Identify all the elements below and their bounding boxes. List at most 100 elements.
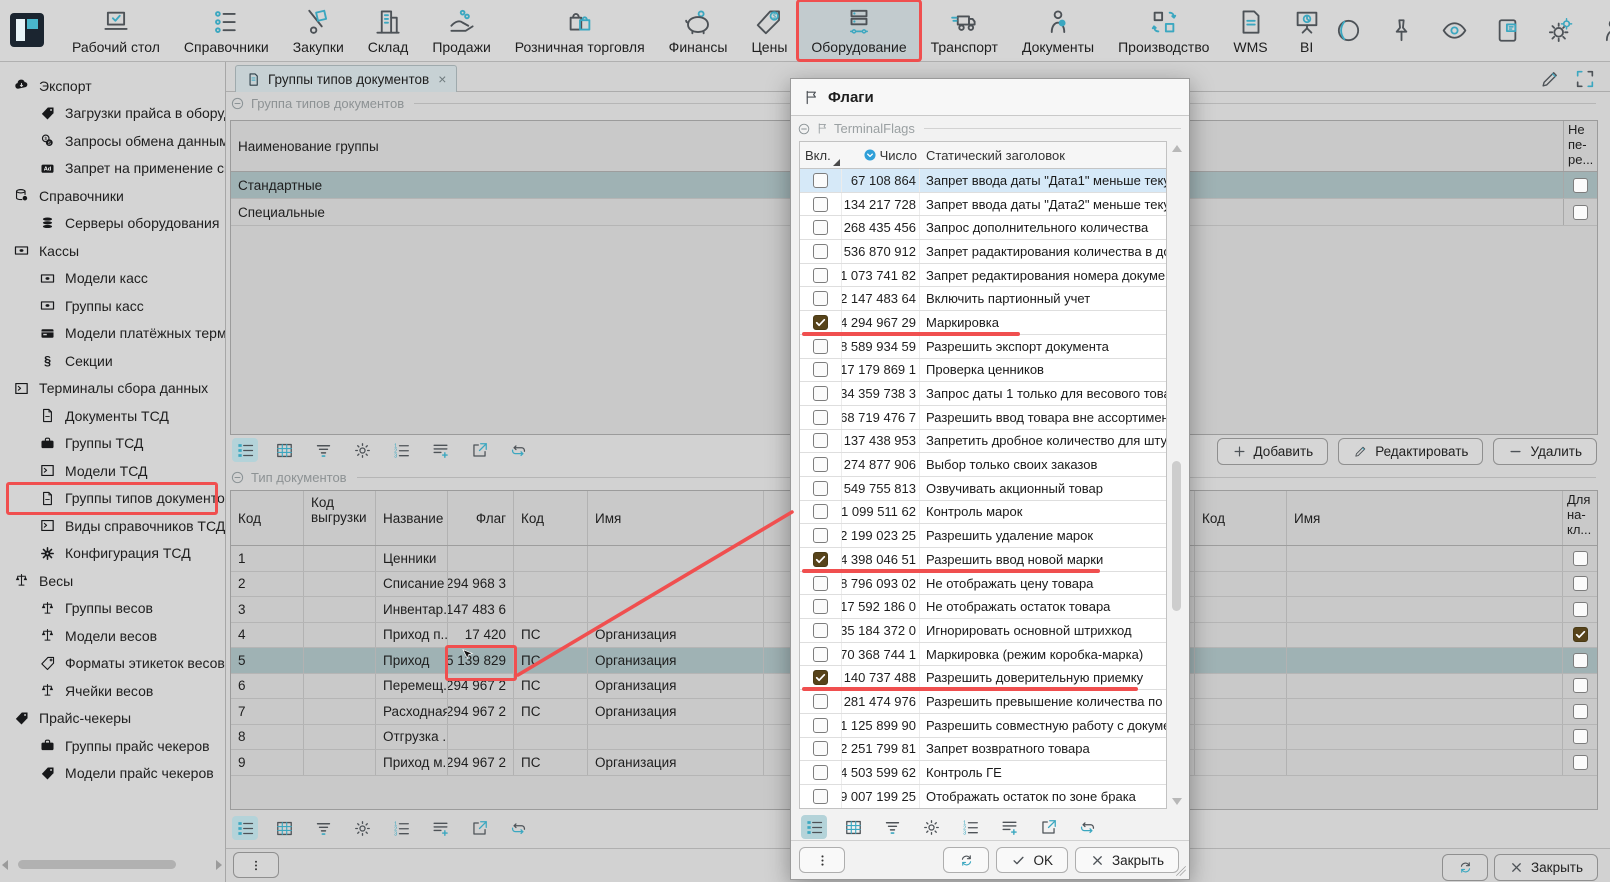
checkbox[interactable]: [813, 386, 828, 401]
checkbox[interactable]: [1573, 755, 1588, 770]
flag-row[interactable]: 2 251 799 81 Запрет возвратного товара: [800, 738, 1166, 762]
sidebar-item-ячейки-весов[interactable]: Ячейки весов: [0, 677, 225, 705]
nav-item-documents[interactable]: Документы: [1010, 0, 1106, 61]
flag-row[interactable]: 67 108 864 Запрет ввода даты "Дата1" мен…: [800, 169, 1166, 193]
flag-row[interactable]: 17 179 869 1 Проверка ценников: [800, 359, 1166, 383]
column-header[interactable]: Имя: [1287, 491, 1563, 545]
sphere-icon[interactable]: [1334, 16, 1363, 45]
sidebar-item-группы-весов[interactable]: Группы весов: [0, 595, 225, 623]
delete-button[interactable]: Удалить: [1493, 438, 1597, 465]
checkbox[interactable]: [813, 173, 828, 188]
flag-row[interactable]: 140 737 488 Разрешить доверительную прие…: [800, 666, 1166, 690]
checkbox[interactable]: [813, 197, 828, 212]
checkbox[interactable]: [813, 339, 828, 354]
scroll-down-icon[interactable]: [1172, 798, 1182, 805]
checkbox[interactable]: [813, 765, 828, 780]
scrollbar-thumb[interactable]: [18, 860, 176, 869]
sidebar-item-модели-касс[interactable]: Модели касс: [0, 265, 225, 293]
sidebar-item-экспорт[interactable]: Экспорт: [0, 72, 225, 100]
checkbox[interactable]: [1573, 627, 1588, 642]
checkbox[interactable]: [1573, 178, 1588, 193]
nav-item-transport[interactable]: Транспорт: [919, 0, 1010, 61]
column-header[interactable]: Код: [1195, 491, 1287, 545]
flag-row[interactable]: 274 877 906 Выбор только своих заказов: [800, 453, 1166, 477]
view-grid-icon[interactable]: [271, 816, 297, 840]
checkbox[interactable]: [813, 576, 828, 591]
flag-row[interactable]: 35 184 372 0 Игнорировать основной штрих…: [800, 619, 1166, 643]
sidebar-item-конфигурация-тсд[interactable]: Конфигурация ТСД: [0, 540, 225, 568]
column-header[interactable]: Код: [514, 491, 588, 545]
view-list-icon[interactable]: [801, 815, 827, 839]
sidebar-item-группы-прайс-чекеров[interactable]: Группы прайс чекеров: [0, 732, 225, 760]
column-header[interactable]: Имя: [588, 491, 764, 545]
reload-icon[interactable]: [505, 816, 531, 840]
flag-row[interactable]: 281 474 976 Разрешить превышение количес…: [800, 690, 1166, 714]
user-lock-icon[interactable]: [1599, 16, 1610, 45]
gears-icon[interactable]: [1546, 16, 1575, 45]
flag-row[interactable]: 1 125 899 90 Разрешить совместную работу…: [800, 714, 1166, 738]
column-header-static-title[interactable]: Статический заголовок: [920, 142, 1166, 168]
reload-icon[interactable]: [505, 438, 531, 462]
checkbox[interactable]: [813, 552, 828, 567]
checkbox[interactable]: [1573, 704, 1588, 719]
column-header-number[interactable]: Число: [842, 142, 920, 168]
sort-circle-icon[interactable]: [863, 148, 877, 162]
checkbox[interactable]: [813, 647, 828, 662]
flag-row[interactable]: 70 368 744 1 Маркировка (режим коробка-м…: [800, 643, 1166, 667]
checkbox[interactable]: [813, 244, 828, 259]
checkbox[interactable]: [1573, 576, 1588, 591]
export-icon[interactable]: [466, 438, 492, 462]
checkbox[interactable]: [813, 457, 828, 472]
nav-item-prices[interactable]: $ Цены: [739, 0, 799, 61]
checkbox[interactable]: [1573, 678, 1588, 693]
settings-icon[interactable]: [349, 438, 375, 462]
dialog-title-bar[interactable]: Флаги: [791, 79, 1189, 116]
nav-item-purchases[interactable]: Закупки: [281, 0, 356, 61]
checkbox[interactable]: [813, 362, 828, 377]
add-row-icon[interactable]: [427, 816, 453, 840]
filter-icon[interactable]: [310, 816, 336, 840]
export-icon[interactable]: [1035, 815, 1061, 839]
flag-row[interactable]: 4 294 967 29 Маркировка: [800, 311, 1166, 335]
num-list-icon[interactable]: 123: [388, 816, 414, 840]
edit-button[interactable]: Редактировать: [1338, 438, 1483, 465]
flag-row[interactable]: 2 199 023 25 Разрешить удаление марок: [800, 524, 1166, 548]
view-list-icon[interactable]: [232, 816, 258, 840]
flag-row[interactable]: 8 589 934 59 Разрешить экспорт документа: [800, 335, 1166, 359]
close-button[interactable]: Закрыть: [1494, 854, 1598, 881]
reload-icon[interactable]: [1074, 815, 1100, 839]
sidebar-item-справочники[interactable]: Справочники: [0, 182, 225, 210]
sidebar-item-запрет-на-применение-скидо[interactable]: Ad Запрет на применение скидо: [0, 155, 225, 183]
checkbox[interactable]: [1573, 729, 1588, 744]
flag-row[interactable]: 34 359 738 3 Запрос даты 1 только для ве…: [800, 382, 1166, 406]
checkbox[interactable]: [813, 623, 828, 638]
ok-button[interactable]: OK: [996, 847, 1068, 873]
column-header-enabled[interactable]: Вкл.: [800, 142, 842, 168]
phone-chat-icon[interactable]: [1493, 16, 1522, 45]
flag-row[interactable]: 536 870 912 Запрет радактирования количе…: [800, 240, 1166, 264]
tab-close-icon[interactable]: ×: [438, 71, 446, 87]
checkbox[interactable]: [813, 481, 828, 496]
tab-document-type-groups[interactable]: Группы типов документов ×: [235, 65, 457, 92]
column-header-flag[interactable]: Не пе- ре...: [1563, 121, 1597, 171]
view-list-icon[interactable]: [232, 438, 258, 462]
eye-icon[interactable]: [1440, 16, 1469, 45]
flag-row[interactable]: 1 073 741 82 Запрет редактирования номер…: [800, 264, 1166, 288]
dialog-scrollbar[interactable]: [1169, 141, 1184, 809]
flag-row[interactable]: 17 592 186 0 Не отображать остаток товар…: [800, 595, 1166, 619]
settings-icon[interactable]: [349, 816, 375, 840]
refresh-button[interactable]: [943, 847, 989, 873]
edit-pencil-icon[interactable]: [1539, 68, 1561, 90]
checkbox[interactable]: [813, 504, 828, 519]
num-list-icon[interactable]: 123: [388, 438, 414, 462]
flag-row[interactable]: 4 503 599 62 Контроль ГЕ: [800, 761, 1166, 785]
nav-item-equipment[interactable]: Оборудование: [799, 0, 918, 61]
checkbox[interactable]: [813, 268, 828, 283]
sidebar-item-серверы-оборудования[interactable]: Серверы оборудования: [0, 210, 225, 238]
refresh-button[interactable]: [1442, 854, 1488, 881]
sidebar-item-модели-платёжных-термина[interactable]: Модели платёжных термина: [0, 320, 225, 348]
dialog-close-button[interactable]: Закрыть: [1075, 847, 1179, 873]
scrollbar-thumb[interactable]: [1172, 461, 1181, 611]
sidebar-horizontal-scrollbar[interactable]: [2, 859, 222, 870]
checkbox[interactable]: [813, 694, 828, 709]
